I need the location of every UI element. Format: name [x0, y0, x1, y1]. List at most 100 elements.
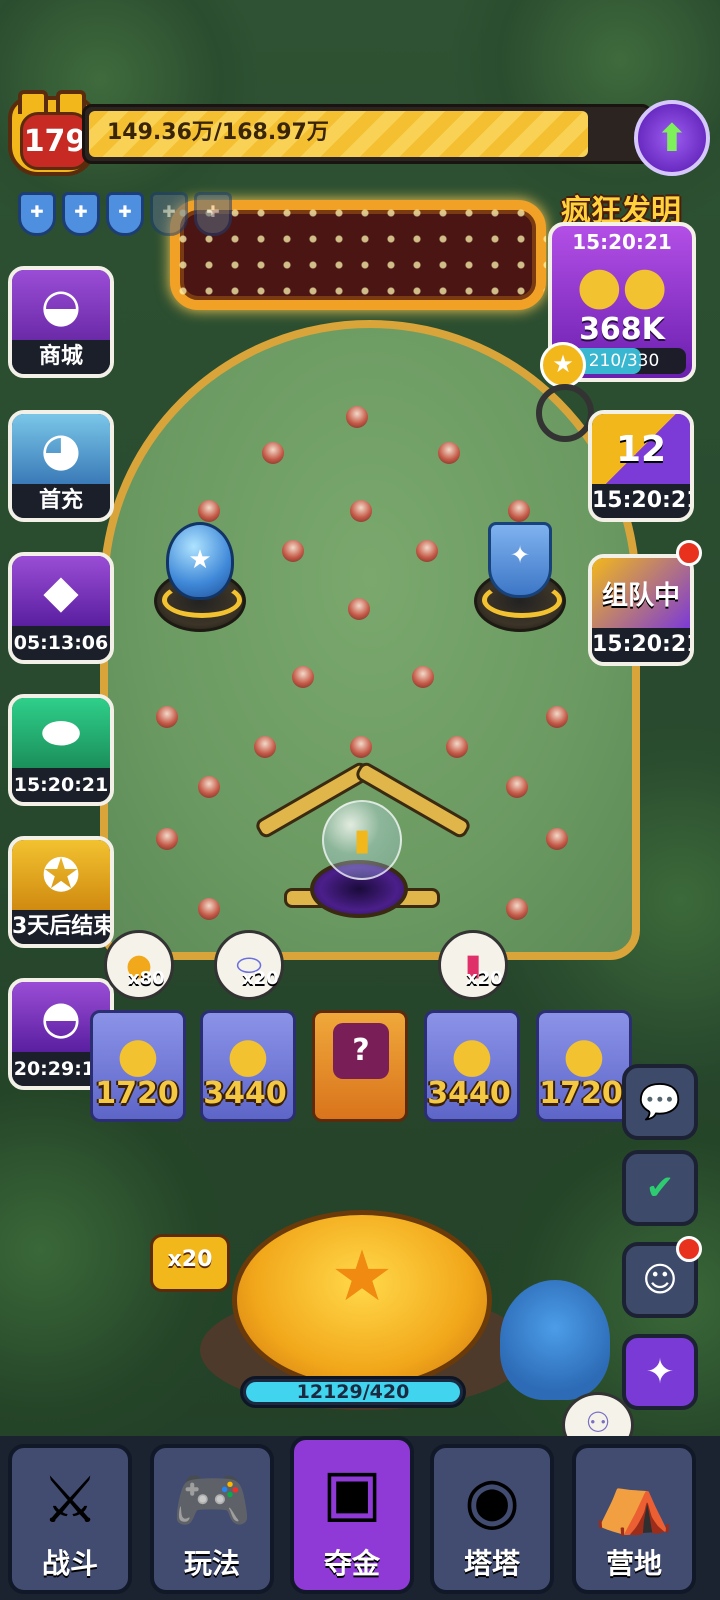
badge-button[interactable]: ✦: [622, 1334, 698, 1410]
tab-label: 战斗: [41, 1547, 98, 1580]
left-card-label: 3天后结束: [12, 910, 110, 944]
peg: [282, 540, 304, 562]
robot-cat-icon: ◉: [464, 1464, 520, 1538]
launch-button[interactable]: ★: [232, 1210, 492, 1390]
dice-faces-icon: ▣: [321, 1456, 383, 1530]
prize-value-1: 1720: [95, 1076, 179, 1111]
blue-cat-mascot: [500, 1280, 610, 1400]
race-flag-card[interactable]: 12 15:20:21: [588, 410, 694, 522]
left-card-3[interactable]: ◆ 05:13:06: [8, 552, 114, 664]
multiplier-button[interactable]: x20: [150, 1234, 230, 1292]
left-card-label: 05:13:06: [12, 626, 110, 660]
peg: [546, 706, 568, 728]
energy-can-icon: ▮: [438, 930, 508, 1000]
cat-badge-icon: ✦: [645, 1352, 675, 1392]
dog-mascot-icon: ◕: [12, 414, 110, 484]
left-card-label: 15:20:21: [12, 768, 110, 802]
peg: [156, 828, 178, 850]
energy-bar: 12129/420: [240, 1376, 466, 1408]
friends-icon: ☺: [642, 1260, 678, 1300]
gold-pile-icon: ●: [563, 1027, 605, 1083]
bonus-x80: x80: [128, 968, 165, 989]
tab-label: 塔塔: [463, 1547, 520, 1580]
chat-button[interactable]: 💬: [622, 1064, 698, 1140]
checklist-icon: ✔: [645, 1168, 675, 1208]
peg: [438, 442, 460, 464]
mystery-star-icon: ?: [333, 1023, 389, 1079]
energy-text: 12129/420: [296, 1381, 410, 1403]
left-card-1[interactable]: ◒ 商城: [8, 266, 114, 378]
golden-mask-icon: 组队中: [592, 558, 690, 628]
tab-3[interactable]: ▣ 夺金: [290, 1436, 414, 1594]
peg: [412, 666, 434, 688]
chat-bubble-icon: 💬: [638, 1082, 682, 1122]
team-up-timer: 15:20:21: [592, 628, 690, 662]
race-flag-timer: 15:20:21: [592, 484, 690, 518]
peg: [346, 406, 368, 428]
prize-value-4: 3440: [427, 1076, 511, 1111]
shield-icon: ✚: [194, 192, 232, 236]
pill-capsule-icon: ⬬: [12, 698, 110, 768]
golden-cats-icon: ✪: [12, 840, 110, 910]
star-badge-icon: ★: [540, 342, 586, 388]
ring-decoration: [536, 384, 594, 442]
peg: [546, 828, 568, 850]
tab-label: 玩法: [183, 1547, 240, 1580]
checkered-flag-icon: 12: [592, 414, 690, 484]
notification-dot: [676, 540, 702, 566]
shield-icon: ✚: [18, 192, 56, 236]
peg: [348, 598, 370, 620]
event-amount: 368K: [579, 312, 665, 347]
bonus-x20-can: x20: [466, 968, 503, 989]
shield-icon: ✚: [150, 192, 188, 236]
pill-icon: ⬭: [214, 930, 284, 1000]
star-egg-bumper: ★: [154, 522, 246, 632]
shield-icon: ✚: [106, 192, 144, 236]
gamepad-icon: 🎮: [172, 1464, 252, 1538]
star-egg-icon: ★: [166, 522, 234, 600]
gold-coins-icon: ●●: [576, 256, 668, 316]
crossed-swords-icon: ⚔: [41, 1464, 99, 1538]
shield-icon: ✚: [62, 192, 100, 236]
tab-1[interactable]: ⚔ 战斗: [8, 1444, 132, 1594]
peg: [262, 442, 284, 464]
team-up-status: 组队中: [601, 580, 680, 611]
left-card-5[interactable]: ✪ 3天后结束: [8, 836, 114, 948]
event-timer: 15:20:21: [572, 230, 672, 254]
tasks-button[interactable]: ✔: [622, 1150, 698, 1226]
notification-dot: [676, 1236, 702, 1262]
gold-pile-icon: ●: [117, 1027, 159, 1083]
left-card-label: 商城: [12, 340, 110, 374]
peg: [446, 736, 468, 758]
peg: [292, 666, 314, 688]
peg: [416, 540, 438, 562]
shopping-basket-icon: ◒: [12, 270, 110, 340]
event-progress-text: 210/330: [588, 351, 660, 371]
level-up-arrow-icon[interactable]: ⬆: [634, 100, 710, 176]
prize-value-5: 1720: [539, 1076, 623, 1111]
star-icon: ★: [330, 1235, 394, 1317]
team-up-card[interactable]: 组队中 15:20:21: [588, 554, 694, 666]
tab-5[interactable]: ⛺ 营地: [572, 1444, 696, 1594]
peg: [198, 898, 220, 920]
peg: [506, 898, 528, 920]
prize-value-2: 3440: [203, 1076, 287, 1111]
tab-4[interactable]: ◉ 塔塔: [430, 1444, 554, 1594]
bubble-ticket-icon: ▮: [322, 800, 402, 880]
left-card-4[interactable]: ⬬ 15:20:21: [8, 694, 114, 806]
bonus-x20-pill: x20: [242, 968, 279, 989]
peg: [198, 500, 220, 522]
left-card-2[interactable]: ◕ 首充: [8, 410, 114, 522]
peg: [156, 706, 178, 728]
shield-bumper: ✦: [474, 522, 566, 632]
shield-row: ✚ ✚ ✚ ✚ ✚: [18, 192, 232, 236]
peg: [350, 736, 372, 758]
tab-label: 夺金: [323, 1547, 380, 1580]
badge-ear: [18, 90, 48, 114]
gold-pile-icon: ●: [451, 1027, 493, 1083]
tab-label: 营地: [605, 1547, 662, 1580]
coin-icon: ●: [104, 930, 174, 1000]
tab-2[interactable]: 🎮 玩法: [150, 1444, 274, 1594]
peg: [254, 736, 276, 758]
player-level: 179: [20, 112, 90, 170]
